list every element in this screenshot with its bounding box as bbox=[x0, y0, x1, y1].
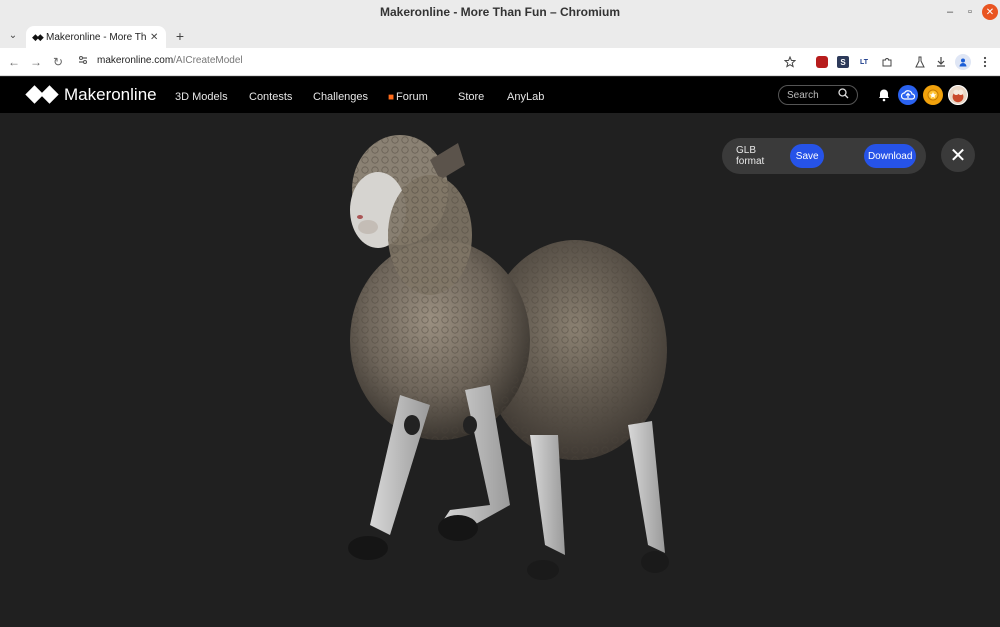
nav-anylab[interactable]: AnyLab bbox=[507, 91, 544, 103]
nav-contests[interactable]: Contests bbox=[249, 91, 292, 103]
tab-title: Makeronline - More Than Fun bbox=[46, 31, 146, 43]
brand-name: Makeronline bbox=[64, 85, 157, 104]
format-label: GLB format bbox=[736, 145, 765, 167]
sheep-3d-model[interactable] bbox=[330, 125, 690, 595]
close-icon: ✕ bbox=[949, 144, 967, 167]
forward-button[interactable]: → bbox=[28, 54, 44, 70]
bookmark-star-icon[interactable] bbox=[782, 54, 798, 70]
reload-button[interactable]: ↻ bbox=[50, 54, 66, 70]
save-button[interactable]: Save bbox=[789, 144, 825, 168]
site-search[interactable] bbox=[778, 85, 858, 105]
notification-bell-icon[interactable] bbox=[874, 85, 894, 105]
close-viewer-button[interactable]: ✕ bbox=[941, 138, 975, 172]
browser-toolbar: ← → ↻ makeronline.com/AICreateModel S LT bbox=[0, 48, 1000, 76]
address-bar[interactable]: makeronline.com/AICreateModel bbox=[97, 55, 243, 66]
nav-store[interactable]: Store bbox=[458, 91, 484, 103]
url-path: /AICreateModel bbox=[173, 55, 243, 66]
nav-forum-label: Forum bbox=[396, 91, 428, 103]
window-titlebar: Makeronline - More Than Fun – Chromium –… bbox=[0, 0, 1000, 24]
ublock-extension-icon[interactable] bbox=[814, 54, 830, 70]
nav-challenges[interactable]: Challenges bbox=[313, 91, 368, 103]
site-navbar: Makeronline 3D Models Contests Challenge… bbox=[0, 77, 1000, 113]
makeronline-favicon-icon: ◆◆ bbox=[32, 31, 44, 42]
nav-forum[interactable]: ■ Forum bbox=[388, 91, 428, 103]
tab-makeronline[interactable]: ◆◆ Makeronline - More Than Fun ✕ bbox=[26, 26, 166, 48]
downloads-icon[interactable] bbox=[933, 54, 949, 70]
window-title: Makeronline - More Than Fun – Chromium bbox=[379, 5, 621, 19]
makeronline-logo[interactable]: Makeronline bbox=[25, 85, 157, 105]
back-button[interactable]: ← bbox=[6, 54, 22, 70]
user-avatar[interactable] bbox=[948, 85, 968, 105]
tab-search-icon[interactable]: ⌄ bbox=[6, 28, 20, 42]
s-extension-icon[interactable]: S bbox=[835, 54, 851, 70]
diamond-logo-icon bbox=[25, 85, 59, 105]
maximize-button[interactable]: ▫ bbox=[962, 4, 978, 20]
tab-close-icon[interactable]: ✕ bbox=[150, 32, 158, 43]
labs-flask-icon[interactable] bbox=[912, 54, 928, 70]
new-tab-button[interactable]: + bbox=[173, 28, 187, 44]
fire-icon: ■ bbox=[388, 92, 395, 103]
profile-avatar-icon[interactable] bbox=[955, 54, 971, 70]
window-close-button[interactable]: ✕ bbox=[982, 4, 998, 20]
browser-menu-icon[interactable] bbox=[977, 54, 993, 70]
extensions-puzzle-icon[interactable] bbox=[879, 54, 895, 70]
url-domain: makeronline.com bbox=[97, 55, 174, 66]
upload-cloud-icon[interactable] bbox=[898, 85, 918, 105]
export-panel: GLB format Save Download bbox=[722, 138, 926, 174]
download-button[interactable]: Download bbox=[864, 144, 916, 168]
site-info-icon[interactable] bbox=[78, 55, 88, 68]
lt-extension-icon[interactable]: LT bbox=[856, 54, 872, 70]
search-icon[interactable] bbox=[838, 88, 849, 102]
tab-strip: ⌄ ◆◆ Makeronline - More Than Fun ✕ + bbox=[0, 24, 1000, 48]
minimize-button[interactable]: – bbox=[942, 4, 958, 20]
model-viewer[interactable]: GLB format Save Download ✕ bbox=[0, 113, 1000, 627]
search-input[interactable] bbox=[787, 89, 837, 101]
coin-rewards-icon[interactable] bbox=[923, 85, 943, 105]
nav-3d-models[interactable]: 3D Models bbox=[175, 91, 228, 103]
